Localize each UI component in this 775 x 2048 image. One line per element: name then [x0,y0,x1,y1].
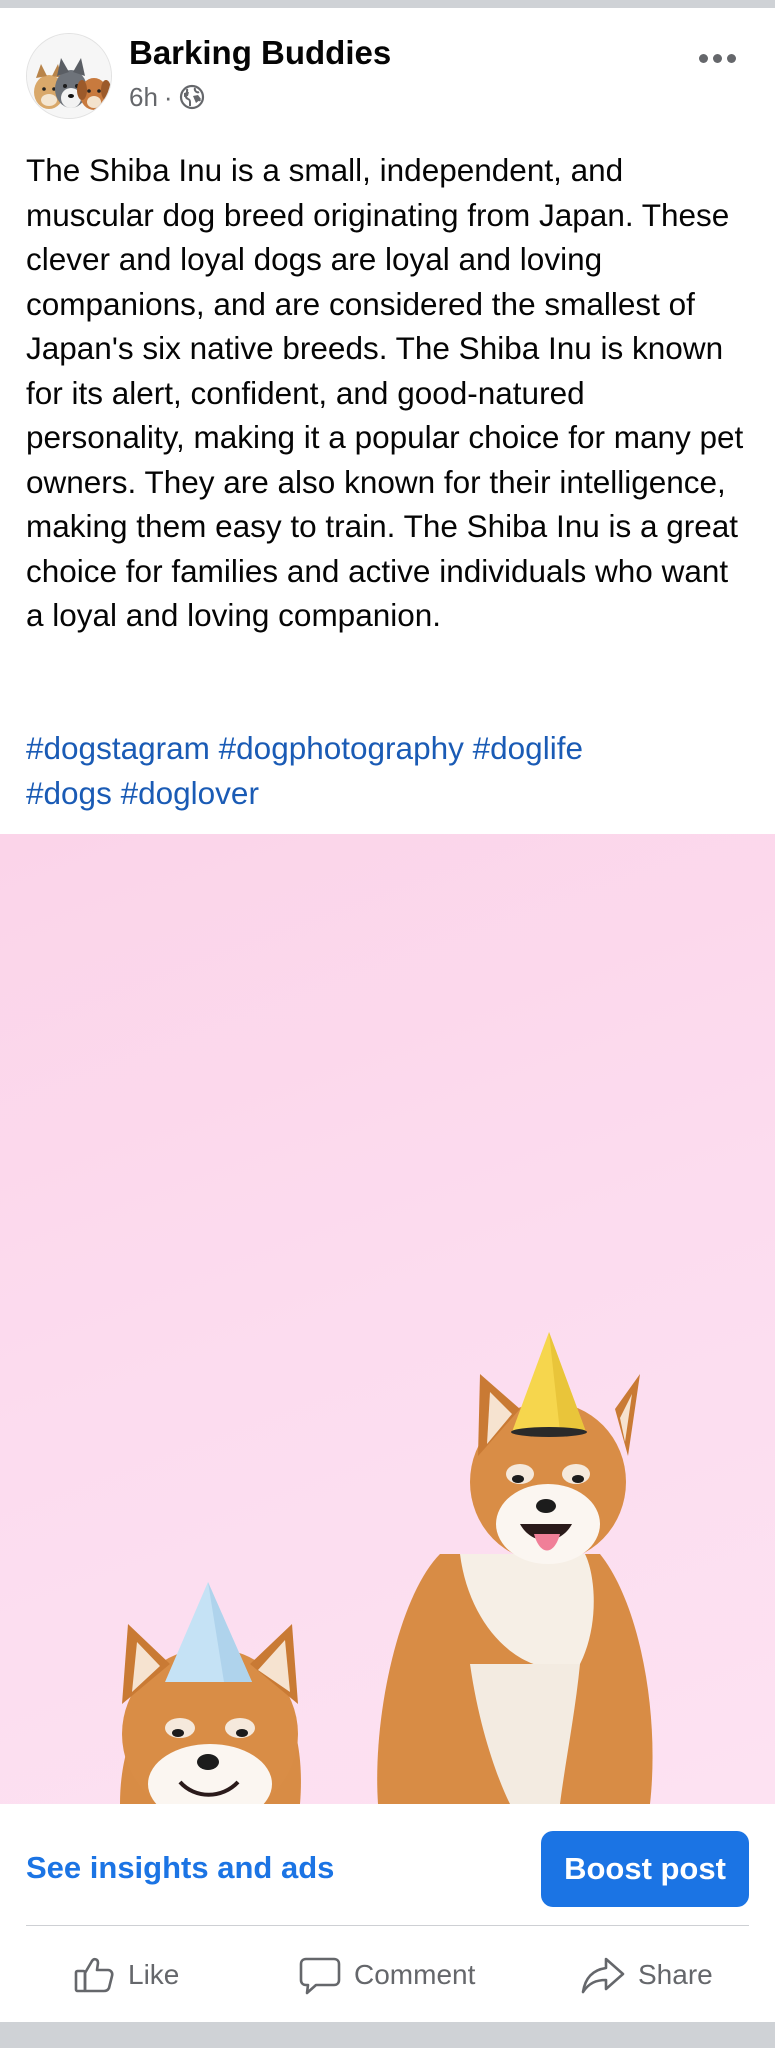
thumbs-up-icon [72,1953,116,1997]
globe-icon [179,84,205,110]
post-text: The Shiba Inu is a small, independent, a… [26,152,744,633]
post-header: Barking Buddies 6h · [0,8,775,138]
page-name[interactable]: Barking Buddies [129,33,391,73]
right-dog [377,1332,653,1804]
share-label: Share [638,1959,713,1990]
action-bar: Like Comment Share [0,1940,775,2010]
share-button[interactable]: Share [580,1940,713,2010]
like-button[interactable]: Like [72,1940,179,2010]
hashtag-link[interactable]: #doglover [121,775,259,811]
top-separator [0,0,775,8]
hashtag-link[interactable]: #dogs [26,775,112,811]
hashtag-link[interactable]: #doglife [473,730,583,766]
left-dog [120,1582,301,1804]
post-time[interactable]: 6h [129,81,158,113]
more-options-icon[interactable] [692,40,742,76]
comment-icon [298,1953,342,1997]
hashtag-link[interactable]: #dogphotography [219,730,464,766]
share-icon [580,1953,626,1997]
bottom-separator [0,2022,775,2048]
hashtags: #dogstagram #dogphotography #doglife #do… [26,726,751,815]
avatar-dogs-illustration [27,34,111,118]
meta-separator: · [163,82,173,112]
comment-label: Comment [354,1959,476,1990]
post-meta: 6h · [129,81,205,113]
post-photo[interactable] [0,834,775,1804]
boost-post-button[interactable]: Boost post [541,1831,749,1907]
like-label: Like [128,1959,180,1990]
comment-button[interactable]: Comment [298,1940,475,2010]
shiba-dogs-illustration [120,1332,653,1804]
divider [26,1925,749,1926]
page-avatar[interactable] [26,33,112,119]
see-insights-link[interactable]: See insights and ads [26,1848,334,1888]
hashtag-link[interactable]: #dogstagram [26,730,210,766]
